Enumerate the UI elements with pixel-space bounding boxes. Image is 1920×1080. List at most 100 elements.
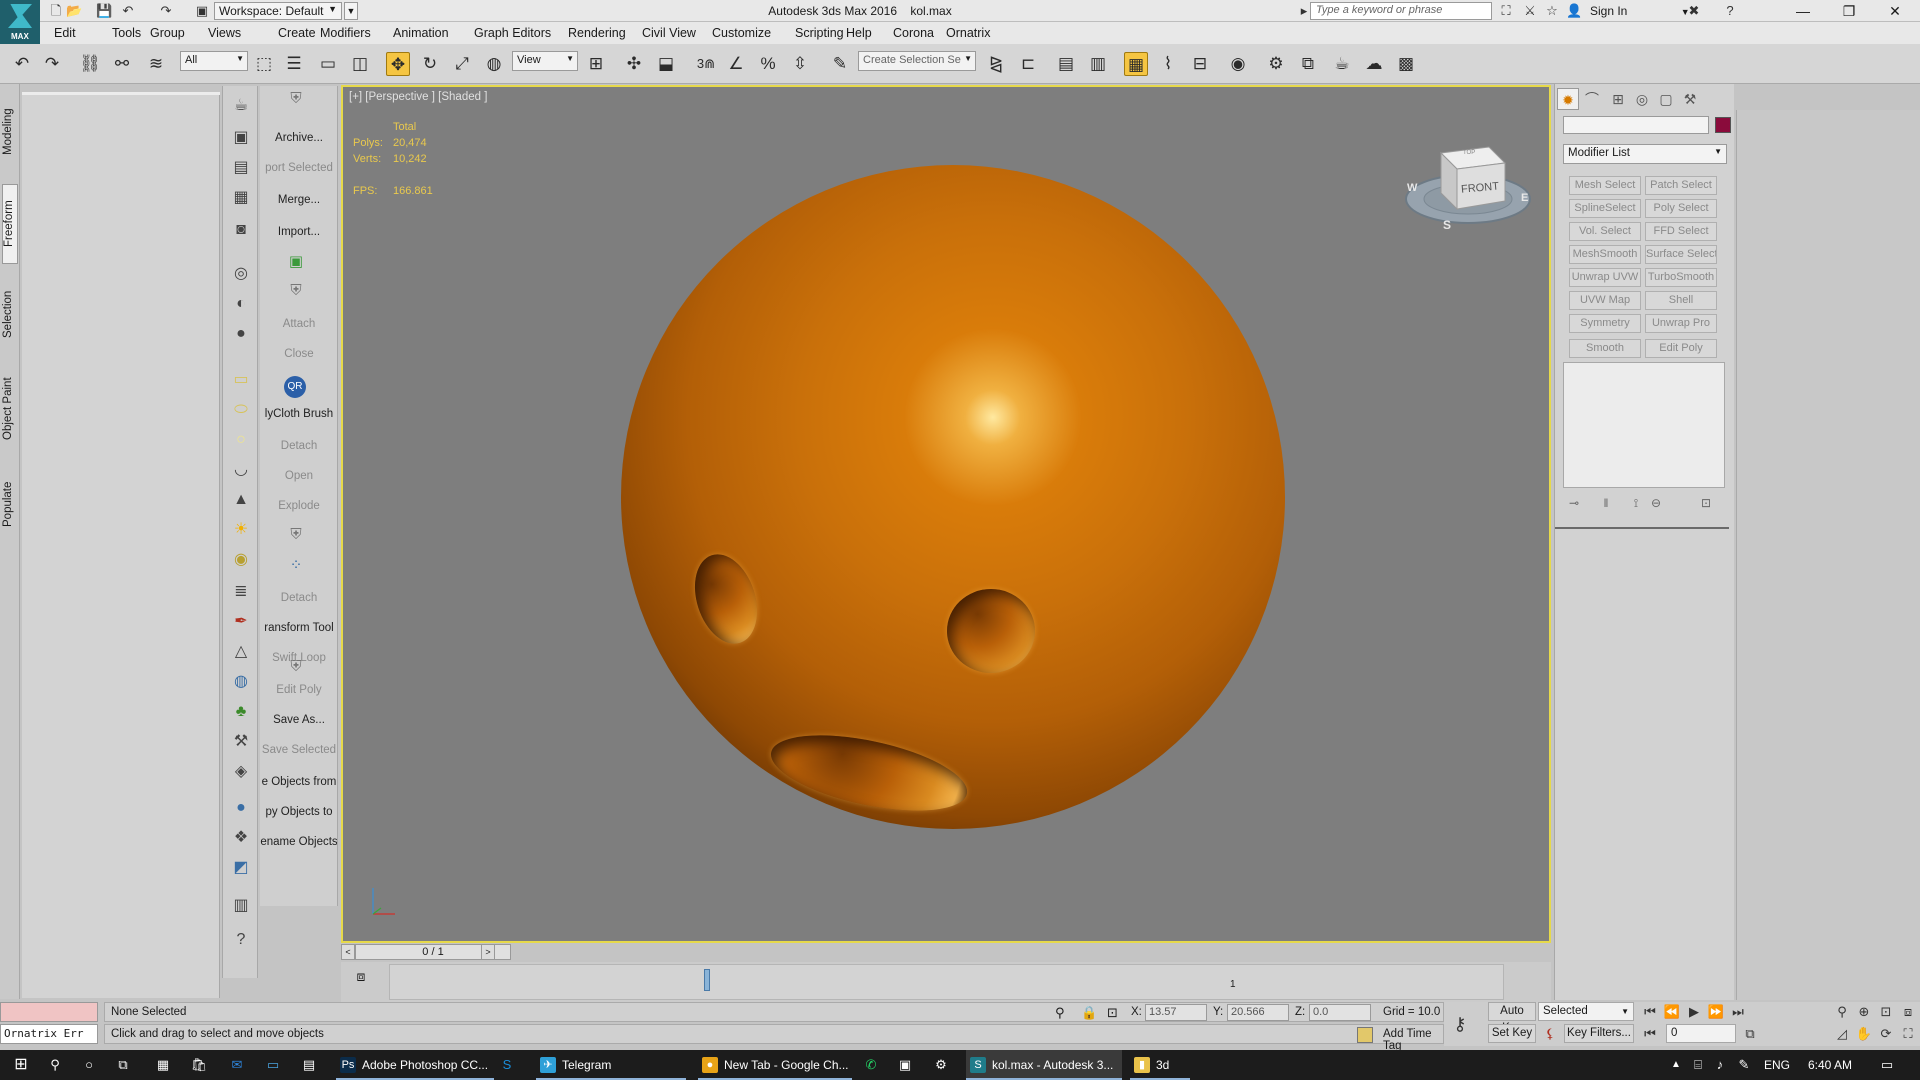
selection-filter-dropdown[interactable]: All ▼ xyxy=(180,51,248,71)
app-logo[interactable]: MAX xyxy=(0,0,40,44)
ribbon-tab-selection[interactable]: Selection xyxy=(2,284,18,344)
current-frame-marker[interactable] xyxy=(704,969,710,991)
workspace-dropdown[interactable]: Workspace: Default ▼ xyxy=(214,2,342,20)
zoom-extents-all-icon[interactable]: ⧈ xyxy=(1898,1002,1918,1022)
scene-explorer-icon[interactable]: ▥ xyxy=(1086,52,1110,76)
modifier-button-splineselect[interactable]: SplineSelect xyxy=(1569,199,1641,218)
auto-key-button[interactable]: Auto Key xyxy=(1488,1002,1536,1034)
bowl-icon[interactable]: ◡ xyxy=(229,458,253,482)
graphite-ribbon-icon[interactable]: ▦ xyxy=(1124,52,1148,76)
undo-icon[interactable]: ↶ xyxy=(120,3,136,19)
restore-button[interactable]: ❐ xyxy=(1826,0,1872,22)
tray-expand-icon[interactable]: ▲ xyxy=(1666,1050,1686,1080)
taskbar-app[interactable]: ✈ Telegram xyxy=(536,1050,686,1080)
sign-in-button[interactable]: Sign In ▼ xyxy=(1572,4,1690,18)
menu-scripting[interactable]: Scripting xyxy=(795,26,844,40)
modifier-button-uvw-map[interactable]: UVW Map xyxy=(1569,291,1641,310)
command-item[interactable]: ename Objects xyxy=(260,836,337,848)
bind-space-warp-icon[interactable]: ≋ xyxy=(144,52,168,76)
task-view-icon[interactable]: ⧉ xyxy=(108,1050,138,1080)
search-icon[interactable]: ⚲ xyxy=(40,1050,70,1080)
new-file-icon[interactable]: 🗋 xyxy=(48,3,64,19)
brush-icon[interactable]: ✒ xyxy=(229,610,253,634)
desktop-icon[interactable]: ▭ xyxy=(258,1050,288,1080)
command-item[interactable]: lyCloth Brush xyxy=(260,408,337,420)
modifier-button-shell[interactable]: Shell xyxy=(1645,291,1717,310)
ribbon-tab-freeform[interactable]: Freeform xyxy=(2,184,18,264)
whatsapp-icon[interactable]: ✆ xyxy=(858,1050,884,1080)
speaker-icon[interactable]: ◐ xyxy=(229,292,253,316)
settings-icon[interactable]: ⚙ xyxy=(928,1050,954,1080)
mini-curve-editor-icon[interactable]: ⧈ xyxy=(351,968,371,988)
texture-icon[interactable]: ◈ xyxy=(229,760,253,784)
angle-snap-icon[interactable]: ∠ xyxy=(724,52,748,76)
redo-icon[interactable]: ↷ xyxy=(158,3,174,19)
language-indicator[interactable]: ENG xyxy=(1762,1050,1792,1080)
teapot-icon[interactable]: ☕ xyxy=(229,94,253,118)
taskbar-app[interactable]: ▮ 3d xyxy=(1130,1050,1190,1080)
material-editor-icon[interactable]: ◉ xyxy=(1226,52,1250,76)
utilities-tab-icon[interactable]: ⚒ xyxy=(1679,88,1701,110)
object-color-swatch[interactable] xyxy=(1715,117,1731,133)
layers-icon[interactable]: ≣ xyxy=(229,580,253,604)
orange-sphere-model[interactable] xyxy=(621,165,1285,829)
network-tray-icon[interactable]: ⌸ xyxy=(1688,1050,1708,1080)
open-file-icon[interactable]: 📂 xyxy=(66,3,82,19)
calculator-icon[interactable]: ▦ xyxy=(148,1050,178,1080)
perspective-viewport[interactable]: [+] [Perspective ] [Shaded ] Total Polys… xyxy=(341,85,1551,943)
render-setup-icon[interactable]: ⚙ xyxy=(1264,52,1288,76)
absolute-mode-icon[interactable]: ⊡ xyxy=(1107,1005,1118,1021)
field-of-view-icon[interactable]: ◿ xyxy=(1832,1024,1852,1044)
modifier-button-patch-select[interactable]: Patch Select xyxy=(1645,176,1717,195)
menu-group[interactable]: Group xyxy=(150,26,185,40)
binoculars-icon[interactable]: ⛶ xyxy=(1498,3,1514,19)
menu-customize[interactable]: Customize xyxy=(712,26,771,40)
taskbar-app[interactable]: ● New Tab - Google Ch... xyxy=(698,1050,852,1080)
show-end-result-icon[interactable]: ‖ xyxy=(1597,496,1615,514)
menu-animation[interactable]: Animation xyxy=(393,26,449,40)
command-item[interactable]: Merge... xyxy=(260,194,337,206)
menu-corona[interactable]: Corona xyxy=(893,26,934,40)
orbit-icon[interactable]: ⟳ xyxy=(1876,1024,1896,1044)
hierarchy-tab-icon[interactable]: ⊞ xyxy=(1607,88,1629,110)
pan-view-icon[interactable]: ✋ xyxy=(1854,1024,1874,1044)
snaps-toggle-icon[interactable]: 3⋒ xyxy=(694,52,718,76)
add-time-tag-button[interactable]: Add Time Tag xyxy=(1383,1028,1443,1052)
minimize-button[interactable]: — xyxy=(1780,0,1826,22)
zoom-extents-icon[interactable]: ⊡ xyxy=(1876,1002,1896,1022)
menu-civil-view[interactable]: Civil View xyxy=(642,26,696,40)
favorites-star-icon[interactable]: ☆ xyxy=(1544,3,1560,19)
command-glyph-icon[interactable]: ⛨ xyxy=(284,90,308,112)
ribbon-tab-populate[interactable]: Populate xyxy=(2,474,18,534)
store-icon[interactable]: 🛍 xyxy=(184,1050,214,1080)
viewport-label[interactable]: [+] [Perspective ] [Shaded ] xyxy=(349,91,487,103)
ribbon-tab-object-paint[interactable]: Object Paint xyxy=(2,364,18,454)
skype-icon[interactable]: S xyxy=(494,1050,520,1080)
select-object-icon[interactable]: ⬚ xyxy=(252,52,276,76)
select-manipulate-icon[interactable]: ✣ xyxy=(622,52,646,76)
maxscript-output[interactable]: Ornatrix Err xyxy=(0,1024,98,1044)
command-item[interactable]: e Objects from xyxy=(260,776,337,788)
command-item[interactable]: Save Selected xyxy=(260,744,337,756)
scene-icon[interactable]: ◩ xyxy=(229,856,253,880)
blue-sphere-icon[interactable]: ● xyxy=(229,796,253,820)
cone-icon[interactable]: ▲ xyxy=(229,488,253,512)
undo-icon[interactable]: ↶ xyxy=(10,52,34,76)
zoom-all-icon[interactable]: ⊕ xyxy=(1854,1002,1874,1022)
align-icon[interactable]: ⊏ xyxy=(1016,52,1040,76)
command-item[interactable]: py Objects to xyxy=(260,806,337,818)
pin-stack-icon[interactable]: ⊸ xyxy=(1565,496,1583,514)
reference-coordinate-dropdown[interactable]: View ▼ xyxy=(512,51,578,71)
modifier-button-symmetry[interactable]: Symmetry xyxy=(1569,314,1641,333)
exchange-x-icon[interactable]: ✖ xyxy=(1686,3,1702,19)
modifier-button-mesh-select[interactable]: Mesh Select xyxy=(1569,176,1641,195)
subscription-icon[interactable]: ⚔ xyxy=(1522,3,1538,19)
menu-views[interactable]: Views xyxy=(208,26,241,40)
select-by-name-icon[interactable]: ☰ xyxy=(282,52,306,76)
table-icon[interactable]: ▦ xyxy=(229,186,253,210)
eye-icon[interactable]: ◎ xyxy=(229,262,253,286)
modifier-button-ffd-select[interactable]: FFD Select xyxy=(1645,222,1717,241)
menu-rendering[interactable]: Rendering xyxy=(568,26,626,40)
select-and-link-icon[interactable]: ⛓ xyxy=(78,52,102,76)
project-folder-icon[interactable]: ▣ xyxy=(194,3,210,19)
